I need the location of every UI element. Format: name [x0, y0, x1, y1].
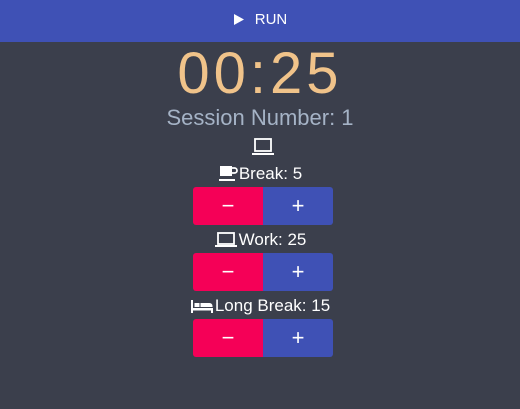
break-setting-label: Break: 5 — [0, 163, 520, 185]
bed-icon — [190, 300, 213, 313]
break-decrease-button[interactable]: − — [193, 187, 263, 225]
timer-display: 00:25 — [177, 41, 343, 106]
play-icon — [233, 13, 244, 25]
long-break-increase-button[interactable]: + — [263, 319, 333, 357]
break-label: Break: 5 — [238, 164, 303, 183]
work-increase-button[interactable]: + — [263, 253, 333, 291]
long-break-stepper: − + — [193, 319, 333, 357]
run-label: RUN — [254, 10, 288, 28]
break-stepper: − + — [193, 187, 333, 225]
work-stepper: − + — [193, 253, 333, 291]
work-setting-label: Work: 25 — [0, 229, 520, 251]
break-increase-button[interactable]: + — [263, 187, 333, 225]
long-break-label: Long Break: 15 — [214, 296, 331, 315]
top-bar: RUN — [0, 0, 520, 42]
coffee-cup-icon — [218, 166, 238, 181]
run-button[interactable]: RUN — [233, 10, 288, 28]
laptop-icon — [214, 232, 237, 247]
laptop-icon — [252, 138, 274, 155]
work-decrease-button[interactable]: − — [193, 253, 263, 291]
long-break-setting-label: Long Break: 15 — [0, 295, 520, 317]
session-number: Session Number: 1 — [166, 105, 354, 130]
work-label: Work: 25 — [238, 230, 307, 249]
long-break-decrease-button[interactable]: − — [193, 319, 263, 357]
